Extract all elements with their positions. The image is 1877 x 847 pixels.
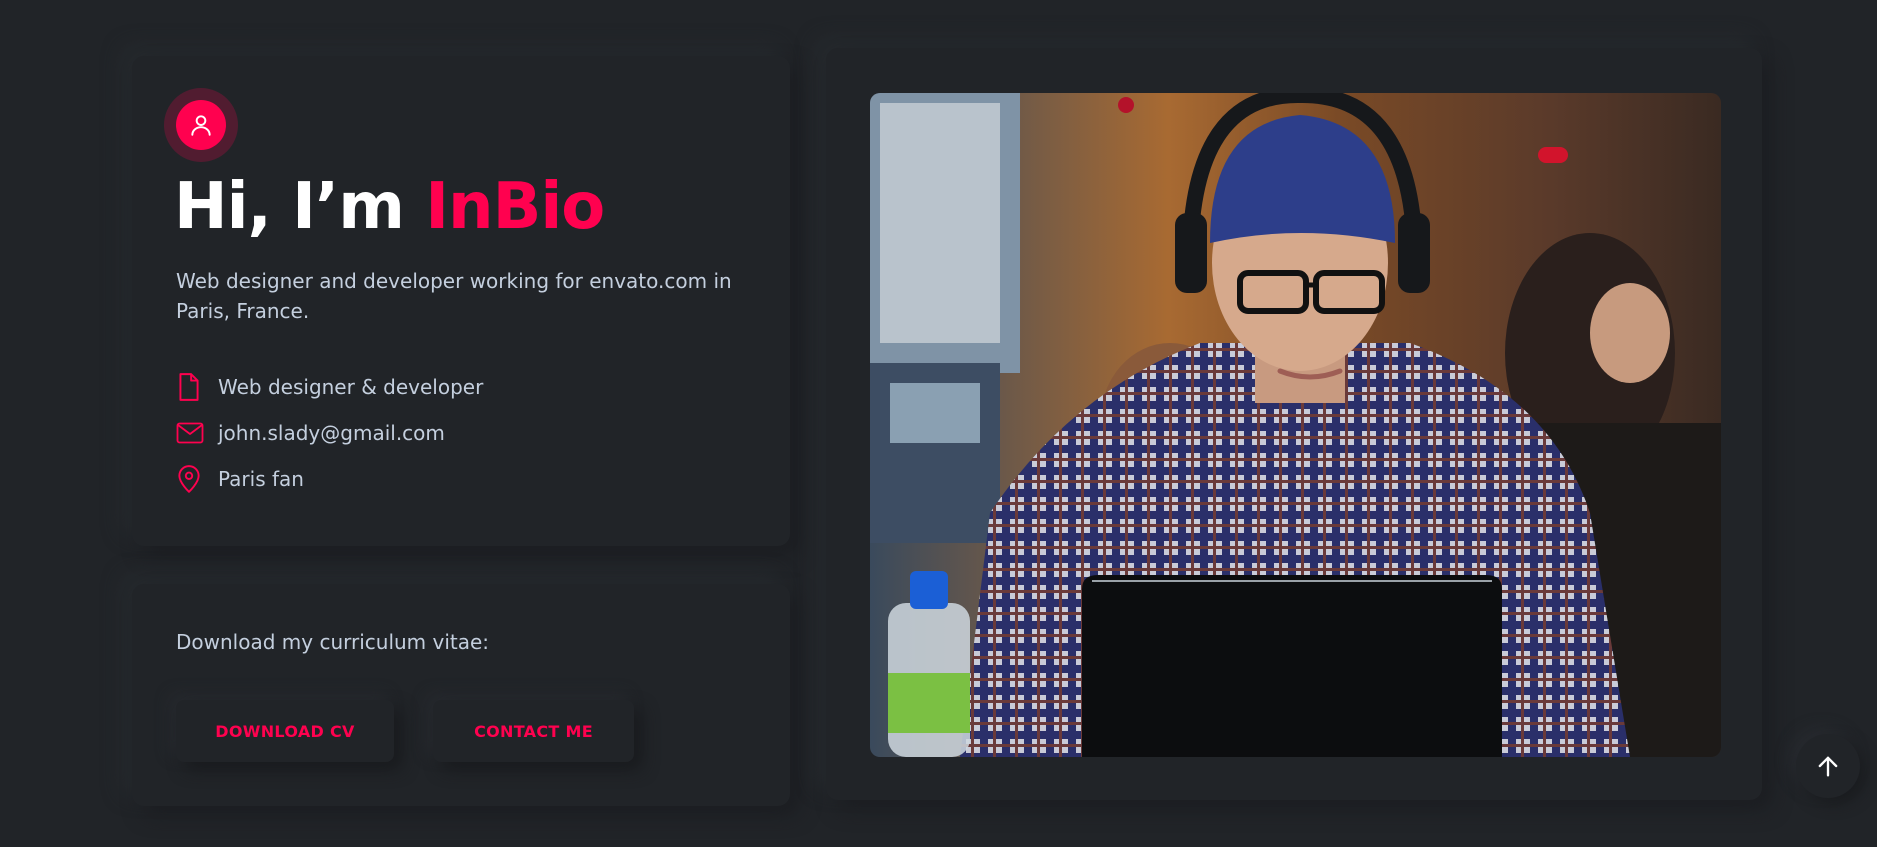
- info-item-role-text: Web designer & developer: [218, 375, 484, 399]
- info-item-location-text: Paris fan: [218, 467, 304, 491]
- user-icon: [176, 100, 226, 150]
- info-list: Web designer & developer john.slady@gmai…: [176, 364, 483, 502]
- map-pin-icon: [176, 464, 204, 494]
- profile-photo: [870, 93, 1721, 757]
- cv-label: Download my curriculum vitae:: [176, 630, 490, 654]
- headline-prefix: Hi, I’m: [174, 170, 426, 244]
- download-cv-button[interactable]: DOWNLOAD CV: [176, 700, 394, 762]
- headline-name: InBio: [425, 170, 605, 244]
- scroll-to-top-button[interactable]: [1796, 734, 1860, 798]
- file-icon: [176, 372, 204, 402]
- contact-me-button[interactable]: CONTACT ME: [433, 700, 634, 762]
- cv-card: [132, 584, 790, 806]
- arrow-up-icon: [1818, 756, 1838, 777]
- avatar: [164, 88, 238, 162]
- info-item-role: Web designer & developer: [176, 364, 483, 410]
- intro-description: Web designer and developer working for e…: [176, 269, 732, 323]
- info-item-email: john.slady@gmail.com: [176, 410, 483, 456]
- info-item-email-text: john.slady@gmail.com: [218, 421, 445, 445]
- info-item-location: Paris fan: [176, 456, 483, 502]
- mail-icon: [176, 418, 204, 448]
- page-title: Hi, I’m InBio: [174, 170, 605, 244]
